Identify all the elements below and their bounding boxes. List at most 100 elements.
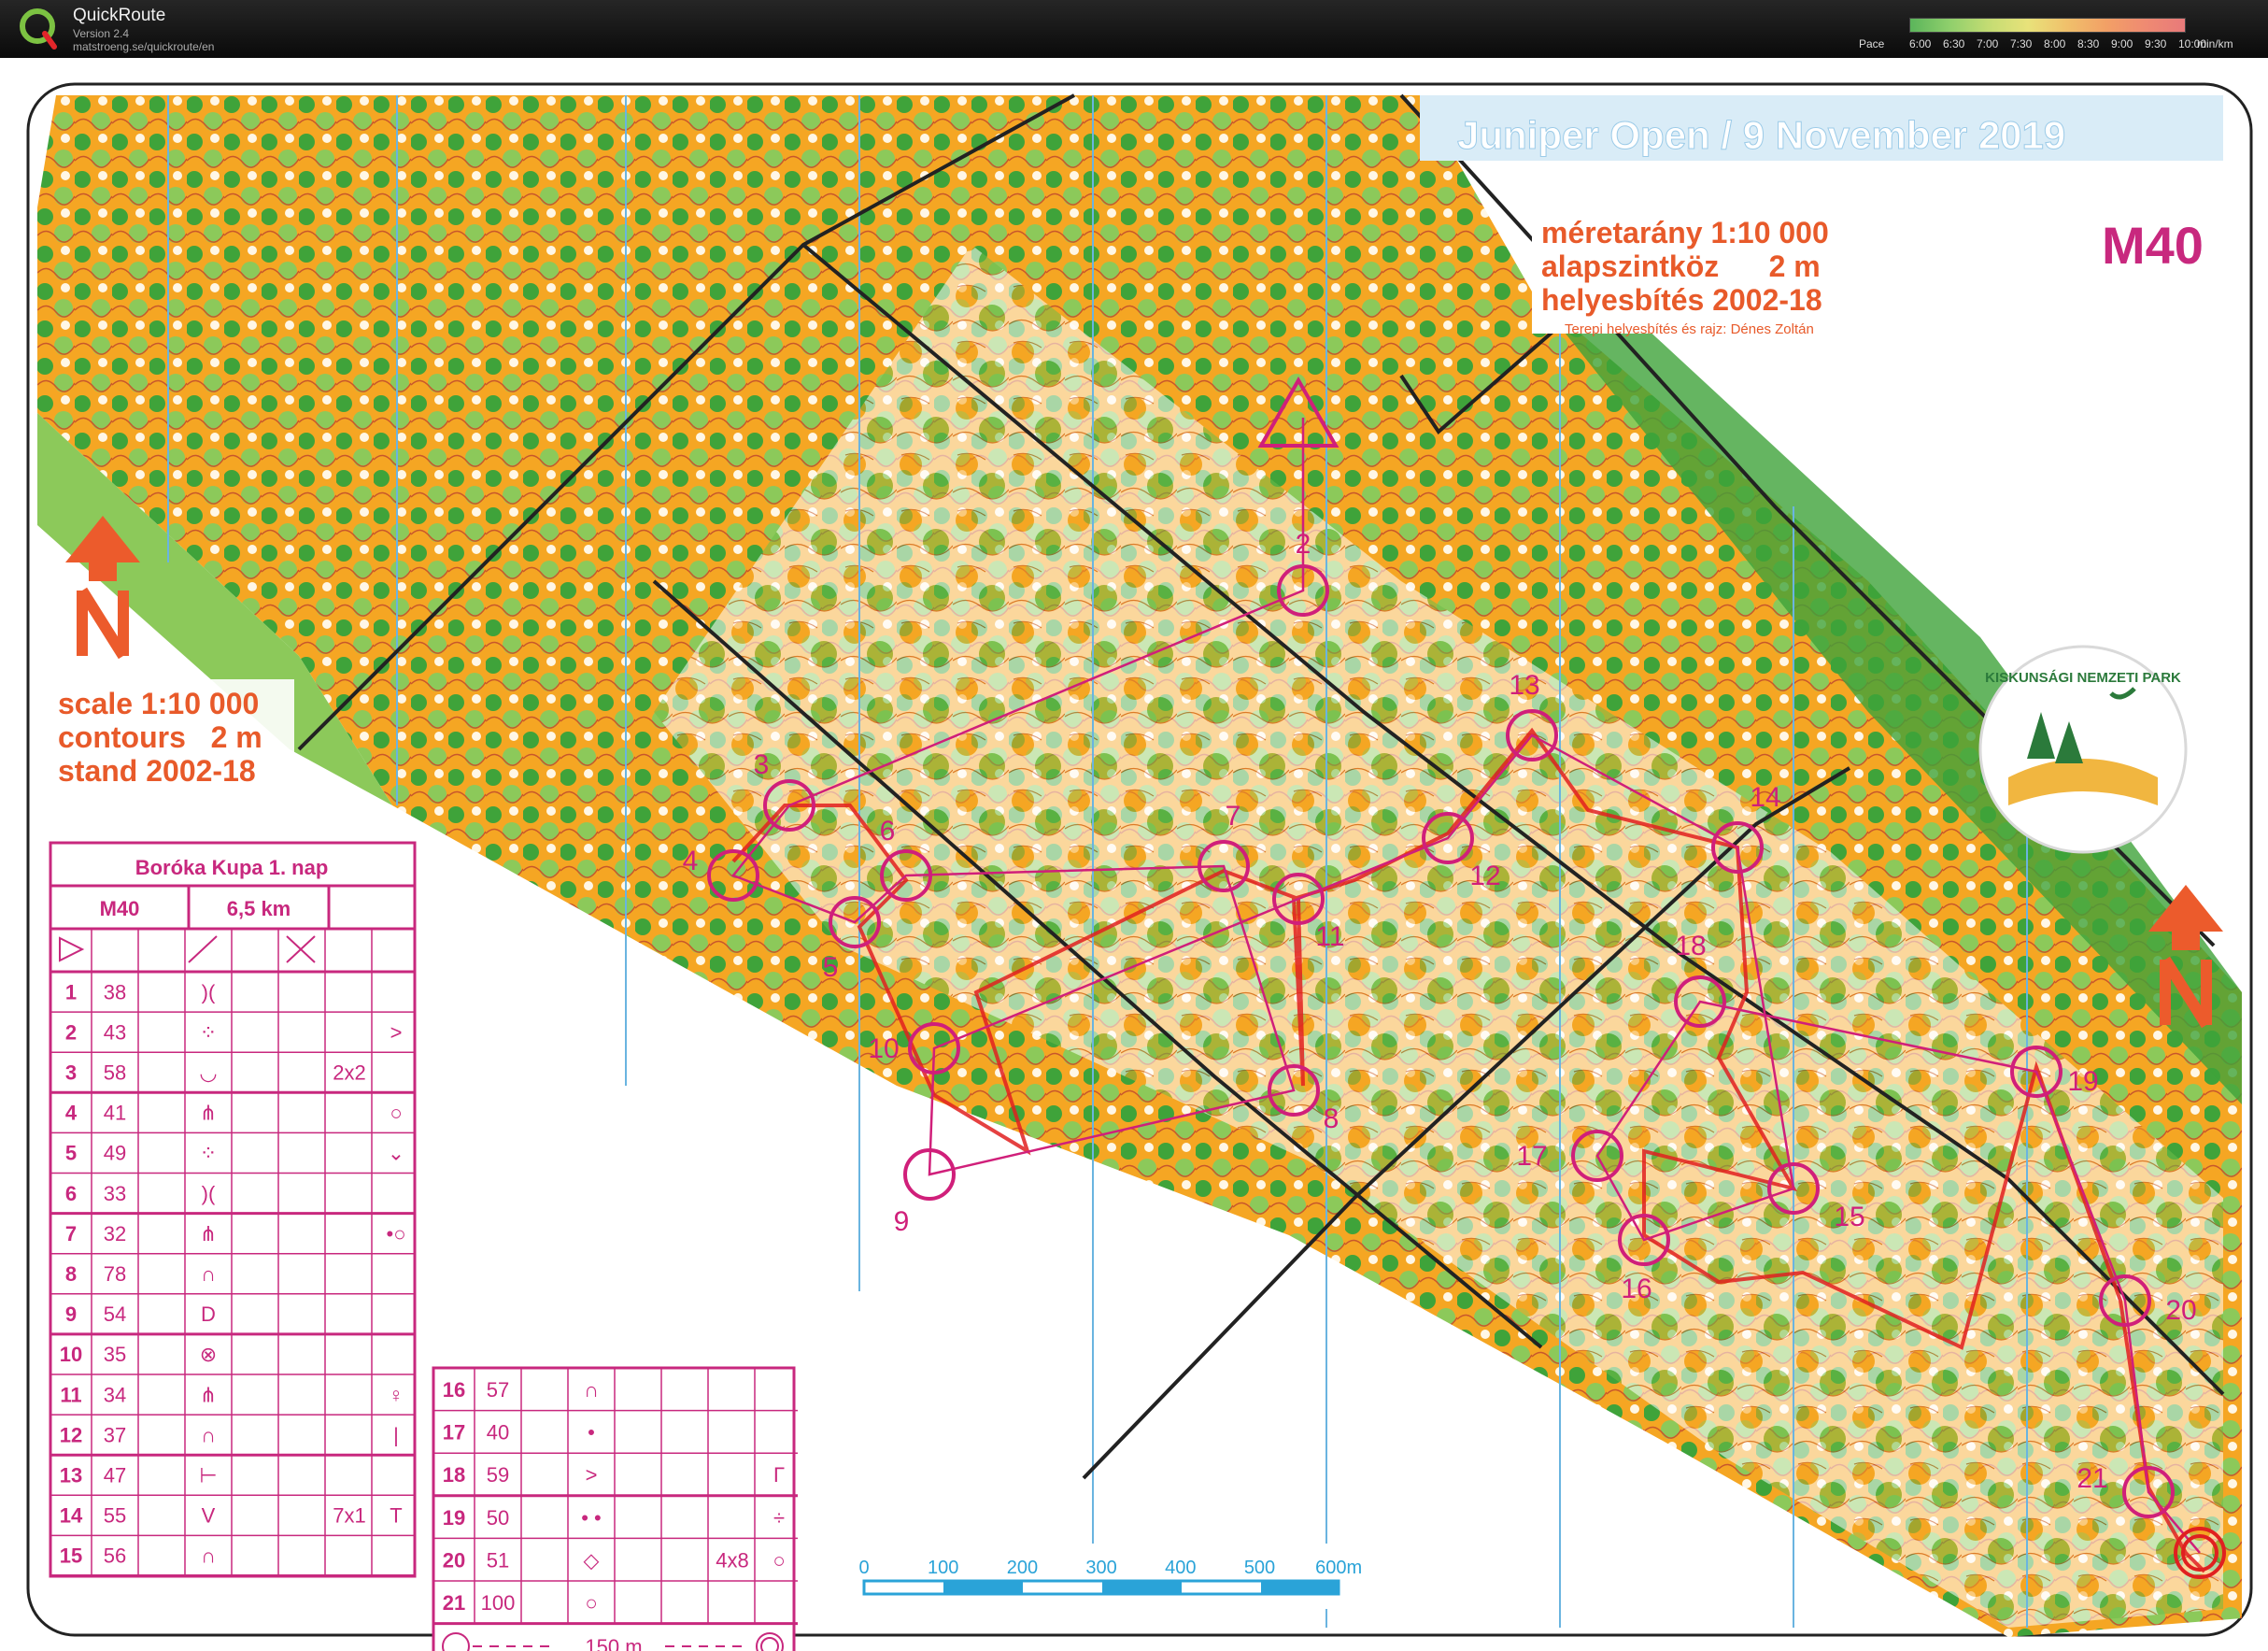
pace-tick: 9:30 — [2145, 37, 2167, 50]
control-number: 13 — [1509, 670, 1539, 701]
description-cell: 21 — [443, 1591, 465, 1615]
description-cell: ∩ — [201, 1262, 216, 1286]
description-cell: )( — [202, 980, 216, 1003]
control-number: 17 — [1516, 1141, 1547, 1172]
pace-tick: 6:00 — [1909, 37, 1932, 50]
scale-bar: 0 100 200 300 400 500 600m — [831, 1544, 1364, 1609]
pace-tick: 7:30 — [2010, 37, 2033, 50]
park-logo: KISKUNSÁGI NEMZETI PARK — [1978, 645, 2188, 854]
description-cell: 19 — [443, 1506, 465, 1530]
map-credit: Terepi helyesbítés és rajz: Dénes Zoltán — [1565, 321, 1814, 337]
control-number: 14 — [1750, 782, 1780, 813]
description-cell: • • — [581, 1506, 602, 1530]
pace-tick: 8:30 — [2077, 37, 2100, 50]
info-en-line-1: scale 1:10 000 — [58, 687, 259, 720]
description-cell: 2x2 — [333, 1061, 365, 1085]
pace-color-bar — [1909, 18, 2186, 33]
description-cell: ♀ — [389, 1383, 404, 1406]
control-number: 11 — [1315, 921, 1344, 952]
finish-distance: 150 m — [585, 1635, 642, 1651]
description-cell: 40 — [487, 1421, 509, 1445]
description-cell: 47 — [104, 1464, 126, 1487]
description-cell: 38 — [104, 980, 126, 1003]
control-number: 10 — [868, 1033, 899, 1064]
description-cell: 57 — [487, 1378, 509, 1402]
description-cell: V — [202, 1504, 216, 1528]
description-cell: 51 — [487, 1548, 509, 1572]
control-number: 6 — [880, 816, 896, 847]
description-cell: 34 — [104, 1383, 126, 1406]
description-cell: 54 — [104, 1302, 126, 1326]
sheet-class: M40 — [100, 897, 140, 920]
scale-tick-label: 100 — [928, 1558, 958, 1578]
scale-tick-label: 400 — [1165, 1558, 1196, 1578]
control-number: 18 — [1675, 931, 1706, 961]
description-cell: ∩ — [584, 1378, 599, 1402]
info-hu-line-3: helyesbítés 2002-18 — [1541, 283, 1822, 317]
description-cell: 33 — [104, 1182, 126, 1205]
control-description-sheet: Boróka Kupa 1. nap M40 6,5 km 1 38 )( 2 43 ⁘ >… — [49, 841, 417, 1578]
quickroute-logo-icon — [20, 8, 57, 50]
pace-tick: 6:30 — [1943, 37, 1965, 50]
description-cell: 13 — [60, 1464, 82, 1487]
app-version: Version 2.4 — [73, 27, 130, 40]
description-cell: 7x1 — [333, 1504, 365, 1528]
description-cell: •○ — [387, 1222, 406, 1245]
description-cell: 49 — [104, 1142, 126, 1165]
description-cell: 16 — [443, 1378, 465, 1402]
map-canvas[interactable]: Juniper Open / 9 November 2019 méretarán… — [0, 58, 2268, 1651]
control-number: 3 — [754, 749, 770, 780]
description-cell: 100 — [481, 1591, 516, 1615]
description-cell: 55 — [104, 1504, 126, 1528]
description-cell: 18 — [443, 1463, 465, 1487]
pace-unit: min/km — [2197, 37, 2233, 50]
description-cell: 15 — [60, 1544, 82, 1568]
description-cell: )( — [202, 1182, 216, 1205]
pace-tick: 8:00 — [2044, 37, 2066, 50]
description-cell: 78 — [104, 1262, 126, 1286]
description-cell: Γ — [773, 1463, 785, 1487]
description-cell: ⋔ — [200, 1102, 217, 1125]
info-hu-line-2: alapszintköz 2 m — [1541, 249, 1821, 283]
scale-tick-label: 200 — [1007, 1558, 1038, 1578]
description-cell: 7 — [65, 1222, 77, 1245]
app-url[interactable]: matstroeng.se/quickroute/en — [73, 40, 214, 53]
description-cell: 6 — [65, 1182, 77, 1205]
description-cell: ○ — [773, 1548, 785, 1572]
description-cell: 1 — [65, 980, 77, 1003]
description-cell: 37 — [104, 1423, 126, 1446]
description-cell: ⁘ — [200, 1142, 217, 1165]
description-cell: 35 — [104, 1343, 126, 1366]
description-cell: 9 — [65, 1302, 77, 1326]
description-cell: ÷ — [773, 1506, 785, 1530]
course-category: M40 — [2102, 216, 2204, 275]
control-number: 9 — [894, 1206, 910, 1237]
event-name: Boróka Kupa 1. nap — [135, 856, 329, 879]
description-cell: 4x8 — [716, 1548, 748, 1572]
description-cell: 58 — [104, 1061, 126, 1085]
pace-label: Pace — [1859, 37, 1885, 50]
control-number: 15 — [1834, 1202, 1864, 1232]
description-cell: 2 — [65, 1020, 77, 1044]
pace-tick: 9:00 — [2111, 37, 2133, 50]
description-cell: ⊗ — [200, 1343, 217, 1366]
description-cell: 5 — [65, 1142, 77, 1165]
description-cell: D — [201, 1302, 216, 1326]
sheet-length: 6,5 km — [227, 897, 291, 920]
description-cell: ⁘ — [200, 1020, 217, 1044]
control-number: 16 — [1621, 1274, 1651, 1304]
description-cell: ○ — [390, 1102, 402, 1125]
app-name: QuickRoute — [73, 6, 166, 25]
description-cell: 12 — [60, 1423, 82, 1446]
description-cell: T — [390, 1504, 402, 1528]
description-cell: 56 — [104, 1544, 126, 1568]
map-title: Juniper Open / 9 November 2019 — [1457, 113, 2065, 157]
description-cell: 43 — [104, 1020, 126, 1044]
control-number: 12 — [1469, 861, 1500, 891]
description-cell: ⋔ — [200, 1222, 217, 1245]
info-en-line-3: stand 2002-18 — [58, 754, 256, 788]
description-cell: 4 — [65, 1102, 78, 1125]
scale-tick-label: 0 — [858, 1558, 869, 1578]
control-description-sheet-2: 16 57 ∩17 40 •18 59 > Γ19 50 • • ÷20 51 ◇ 4x8 ○21 100 ○ … — [432, 1366, 798, 1651]
description-cell: > — [390, 1020, 403, 1044]
